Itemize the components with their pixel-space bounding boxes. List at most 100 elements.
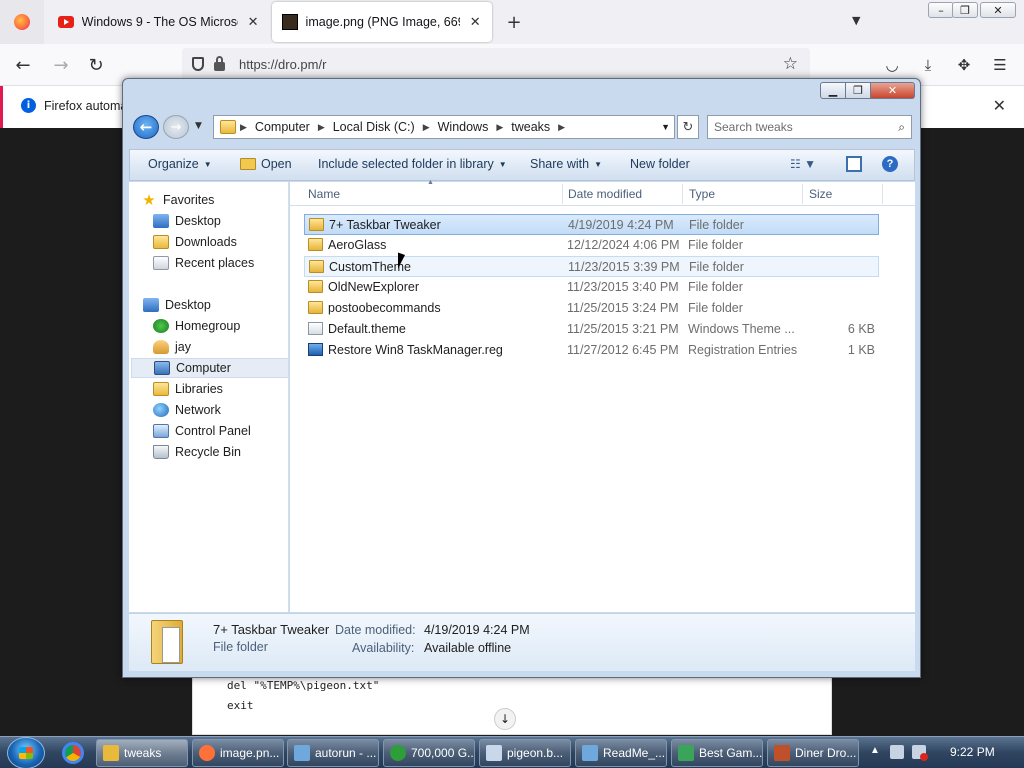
column-header-date[interactable]: Date modified [568, 187, 642, 201]
bookmark-star-icon[interactable]: ☆ [783, 54, 798, 74]
system-tray: ▲ 9:22 PM [864, 737, 1024, 768]
explorer-minimize-button[interactable]: ▁ [820, 82, 846, 99]
tab-image[interactable]: image.png (PNG Image, 669 × 4 ✕ [272, 2, 492, 42]
column-divider[interactable] [802, 184, 803, 204]
taskbar-button-best-games[interactable]: Best Gam... [671, 739, 763, 767]
taskbar-button-image[interactable]: image.pn... [192, 739, 284, 767]
nav-label: Libraries [175, 382, 223, 396]
breadcrumb-separator-icon[interactable]: ▶ [316, 122, 327, 133]
browser-restore-button[interactable]: ❐ [952, 2, 978, 18]
breadcrumb-separator-icon[interactable]: ▶ [556, 122, 567, 133]
column-divider[interactable] [682, 184, 683, 204]
column-header-name[interactable]: Name [308, 187, 340, 201]
breadcrumb-tweaks[interactable]: tweaks [505, 120, 556, 134]
nav-desktop[interactable]: Desktop [153, 211, 311, 231]
nav-favorites[interactable]: ★ Favorites [141, 190, 299, 210]
open-button[interactable]: Open [240, 157, 292, 171]
breadcrumb-separator-icon[interactable]: ▶ [421, 122, 432, 133]
scroll-down-arrow-icon[interactable]: ↓ [494, 708, 516, 730]
url-text[interactable]: https://dro.pm/r [239, 57, 326, 72]
breadcrumb-local-disk[interactable]: Local Disk (C:) [327, 120, 421, 134]
file-row[interactable]: postoobecommands 11/25/2015 3:24 PM File… [304, 298, 879, 319]
file-row[interactable]: 7+ Taskbar Tweaker 4/19/2019 4:24 PM Fil… [304, 214, 879, 235]
change-view-icon[interactable]: ☷ ▼ [790, 157, 816, 171]
refresh-icon[interactable]: ↻ [677, 115, 699, 139]
nav-control-panel[interactable]: Control Panel [153, 421, 311, 441]
explorer-back-icon[interactable]: ← [133, 115, 159, 139]
notification-close-icon[interactable]: ✕ [993, 96, 1006, 115]
nav-user[interactable]: jay [153, 337, 311, 357]
nav-desktop-root[interactable]: Desktop [143, 295, 301, 315]
reload-icon[interactable]: ↻ [85, 54, 107, 76]
address-history-chevron-icon[interactable]: ▼ [661, 122, 670, 132]
new-folder-button[interactable]: New folder [630, 157, 690, 171]
taskbar-button-pigeon[interactable]: pigeon.b... [479, 739, 571, 767]
explorer-close-button[interactable]: ✕ [870, 82, 915, 99]
file-name: Default.theme [328, 322, 406, 336]
browser-minimize-button[interactable]: – [928, 2, 954, 18]
organize-button[interactable]: Organize ▼ [148, 157, 212, 171]
tab-title: image.png (PNG Image, 669 × 4 [305, 15, 461, 29]
taskbar-button-autorun[interactable]: autorun - ... [287, 739, 379, 767]
new-tab-button[interactable]: + [503, 11, 525, 33]
nav-recycle-bin[interactable]: Recycle Bin [153, 442, 311, 462]
search-placeholder[interactable]: Search tweaks [714, 120, 793, 134]
nav-downloads[interactable]: Downloads [153, 232, 311, 252]
list-all-tabs-icon[interactable]: ▼ [852, 14, 860, 27]
lock-icon[interactable] [214, 55, 225, 71]
breadcrumb-computer[interactable]: Computer [249, 120, 316, 134]
firefox-view-icon[interactable] [0, 0, 44, 44]
tab-close-icon[interactable]: ✕ [468, 14, 482, 29]
forward-arrow-icon[interactable]: → [50, 54, 72, 76]
shield-icon[interactable] [192, 57, 204, 71]
nav-network[interactable]: Network [153, 400, 311, 420]
explorer-forward-icon[interactable]: → [163, 115, 189, 139]
column-divider[interactable] [562, 184, 563, 204]
breadcrumb-separator-icon[interactable]: ▶ [494, 122, 505, 133]
taskbar-button-tweaks[interactable]: tweaks [96, 739, 188, 767]
file-row[interactable]: Restore Win8 TaskManager.reg 11/27/2012 … [304, 340, 879, 361]
breadcrumb-windows[interactable]: Windows [432, 120, 495, 134]
file-row[interactable]: CustomTheme 11/23/2015 3:39 PM File fold… [304, 256, 879, 277]
nav-computer[interactable]: Computer [131, 358, 289, 378]
search-input[interactable]: Search tweaks ⌕ [707, 115, 912, 139]
address-bar[interactable]: ▶ Computer ▶ Local Disk (C:) ▶ Windows ▶… [213, 115, 675, 139]
taskbar-button-diner-drop[interactable]: Diner Dro... [767, 739, 859, 767]
network-status-icon[interactable] [890, 745, 904, 759]
include-in-library-button[interactable]: Include selected folder in library ▼ [318, 157, 507, 171]
menu-hamburger-icon[interactable]: ☰ [989, 54, 1011, 76]
help-icon[interactable]: ? [882, 156, 898, 172]
column-header-size[interactable]: Size [809, 187, 832, 201]
nav-libraries[interactable]: Libraries [153, 379, 311, 399]
preview-pane-icon[interactable] [846, 156, 862, 172]
extensions-icon[interactable]: ✥ [953, 54, 975, 76]
downloads-icon[interactable]: ⤓ [917, 54, 939, 76]
tab-youtube[interactable]: Windows 9 - The OS Microsoft ✕ [48, 0, 270, 44]
column-header-type[interactable]: Type [689, 187, 715, 201]
nav-recent-places[interactable]: Recent places [153, 253, 311, 273]
back-arrow-icon[interactable]: ← [12, 54, 34, 76]
url-bar[interactable]: https://dro.pm/r ☆ [182, 48, 810, 80]
nav-homegroup[interactable]: Homegroup [153, 316, 311, 336]
pocket-icon[interactable]: ◡ [881, 54, 903, 76]
show-hidden-icons-icon[interactable]: ▲ [870, 745, 880, 756]
share-with-button[interactable]: Share with ▼ [530, 157, 602, 171]
taskbar-button-700000[interactable]: 700,000 G... [383, 739, 475, 767]
start-button[interactable] [7, 737, 45, 768]
clock[interactable]: 9:22 PM [950, 745, 995, 759]
file-type: File folder [688, 238, 743, 252]
browser-close-button[interactable]: ✕ [980, 2, 1016, 18]
file-row[interactable]: OldNewExplorer 11/23/2015 3:40 PM File f… [304, 277, 879, 298]
explorer-maximize-button[interactable]: ❐ [845, 82, 871, 99]
recent-pages-chevron-icon[interactable]: ▼ [195, 121, 202, 131]
tab-close-icon[interactable]: ✕ [246, 14, 260, 29]
file-row[interactable]: AeroGlass 12/12/2024 4:06 PM File folder [304, 235, 879, 256]
volume-muted-icon[interactable] [912, 745, 928, 761]
taskbar-label: ReadMe_... [603, 746, 666, 760]
taskbar-button-readme[interactable]: ReadMe_... [575, 739, 667, 767]
column-divider[interactable] [882, 184, 883, 204]
file-row[interactable]: Default.theme 11/25/2015 3:21 PM Windows… [304, 319, 879, 340]
chrome-icon[interactable] [62, 742, 84, 764]
breadcrumb-separator-icon[interactable]: ▶ [238, 122, 249, 133]
search-icon[interactable]: ⌕ [898, 120, 905, 135]
